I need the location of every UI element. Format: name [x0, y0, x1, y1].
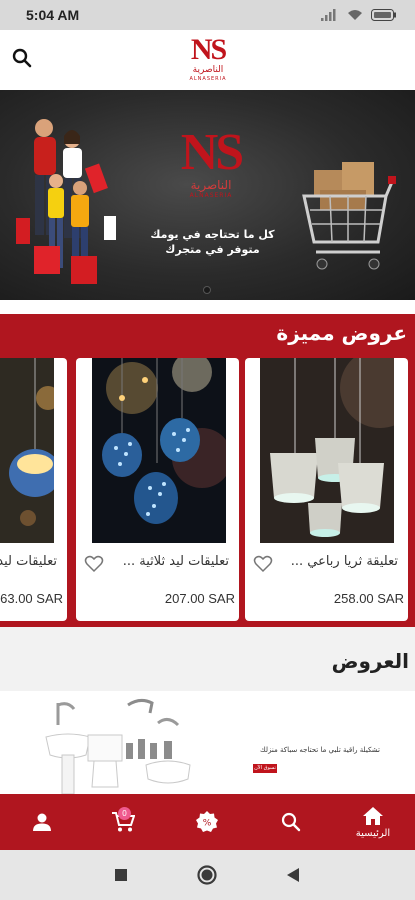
product-price: 207.00 SAR — [164, 591, 235, 606]
signal-icon — [321, 6, 339, 25]
offer-banner-text: تشكيلة راقية تلبي ما تحتاجه سباكة منزلك — [260, 746, 380, 754]
product-image — [0, 358, 54, 543]
bathroom-fixtures-image — [45, 698, 191, 794]
search-icon — [12, 48, 32, 72]
product-image — [260, 358, 394, 543]
banner-pager-dot[interactable] — [203, 286, 211, 294]
logo-mark: NS — [190, 33, 227, 66]
hero-banner[interactable]: NS الناصرية ALNASERIA كل ما تحتاجه في يو… — [0, 90, 415, 300]
heart-icon — [84, 555, 104, 573]
back-button[interactable] — [283, 865, 303, 885]
offers-section-header: العروض — [0, 627, 415, 691]
account-icon — [33, 813, 51, 831]
status-time: 5:04 AM — [26, 7, 80, 23]
featured-title: عروض مميزة — [276, 321, 407, 345]
back-icon — [287, 868, 299, 882]
banner-tagline: كل ما تحتاجه في يومك متوفر في متجرك — [150, 227, 275, 257]
recents-icon — [115, 869, 127, 881]
offer-banner[interactable]: تشكيلة راقية تلبي ما تحتاجه سباكة منزلك … — [0, 691, 415, 794]
svg-text:%: % — [203, 819, 212, 829]
favorite-button[interactable] — [253, 554, 273, 574]
nav-home[interactable]: الرئيسية — [341, 794, 405, 850]
banner-tagline-line1: كل ما تحتاجه في يومك — [150, 228, 275, 241]
offers-title: العروض — [331, 649, 409, 673]
cart-count-badge: 0 — [118, 807, 131, 820]
status-bar: 5:04 AM — [0, 0, 415, 30]
home-icon — [363, 806, 383, 825]
favorite-button[interactable] — [84, 554, 104, 574]
nav-search[interactable] — [276, 794, 306, 850]
product-name[interactable]: تعليقات ليد ثلاثية ... — [111, 554, 229, 574]
status-icons — [321, 6, 397, 25]
logo-sub: ALNASERIA — [189, 76, 227, 82]
wifi-icon — [347, 6, 363, 25]
app-header: NS الناصرية ALNASERIA — [0, 30, 415, 90]
product-card[interactable]: تعليقات ليد 63.00 SAR — [0, 358, 67, 621]
product-name[interactable]: تعليقات ليد — [0, 554, 57, 574]
header-search-button[interactable] — [10, 48, 34, 72]
app-screen: 5:04 AM NS الناصرية ALNASERIA NS الناصري… — [0, 0, 415, 900]
system-home-button[interactable] — [197, 865, 217, 885]
battery-icon — [371, 6, 397, 25]
app-logo[interactable]: NS الناصرية ALNASERIA — [183, 33, 233, 86]
nav-account[interactable] — [27, 794, 57, 850]
banner-logo-sub: ALNASERIA — [189, 192, 233, 199]
nav-home-label: الرئيسية — [355, 827, 391, 839]
nav-offers[interactable]: % — [192, 794, 222, 850]
banner-logo: NS الناصرية ALNASERIA — [176, 124, 246, 200]
banner-tagline-line2: متوفر في متجرك — [165, 243, 260, 256]
product-image — [92, 358, 226, 543]
recents-button[interactable] — [111, 865, 131, 885]
offers-badge-icon: % — [196, 811, 218, 832]
bottom-nav: الرئيسية % 0 — [0, 794, 415, 850]
banner-logo-mark: NS — [180, 124, 244, 181]
search-icon — [281, 812, 301, 832]
product-card[interactable]: تعليقات ليد ثلاثية ... 207.00 SAR — [76, 358, 239, 621]
offer-shop-button[interactable]: تسوق الآن — [253, 764, 277, 773]
shoppers-illustration — [16, 119, 116, 284]
featured-section: عروض مميزة تعليقة ثريا رباعي ... 258.00 … — [0, 314, 415, 627]
nav-cart[interactable]: 0 — [108, 794, 138, 850]
product-name[interactable]: تعليقة ثريا رباعي ... — [280, 554, 398, 574]
shopping-cart-illustration — [302, 162, 396, 270]
system-nav-bar — [0, 850, 415, 900]
system-home-icon — [197, 865, 217, 885]
product-price: 63.00 SAR — [0, 591, 63, 606]
product-price: 258.00 SAR — [333, 591, 404, 606]
heart-icon — [253, 555, 273, 573]
product-card[interactable]: تعليقة ثريا رباعي ... 258.00 SAR — [245, 358, 408, 621]
